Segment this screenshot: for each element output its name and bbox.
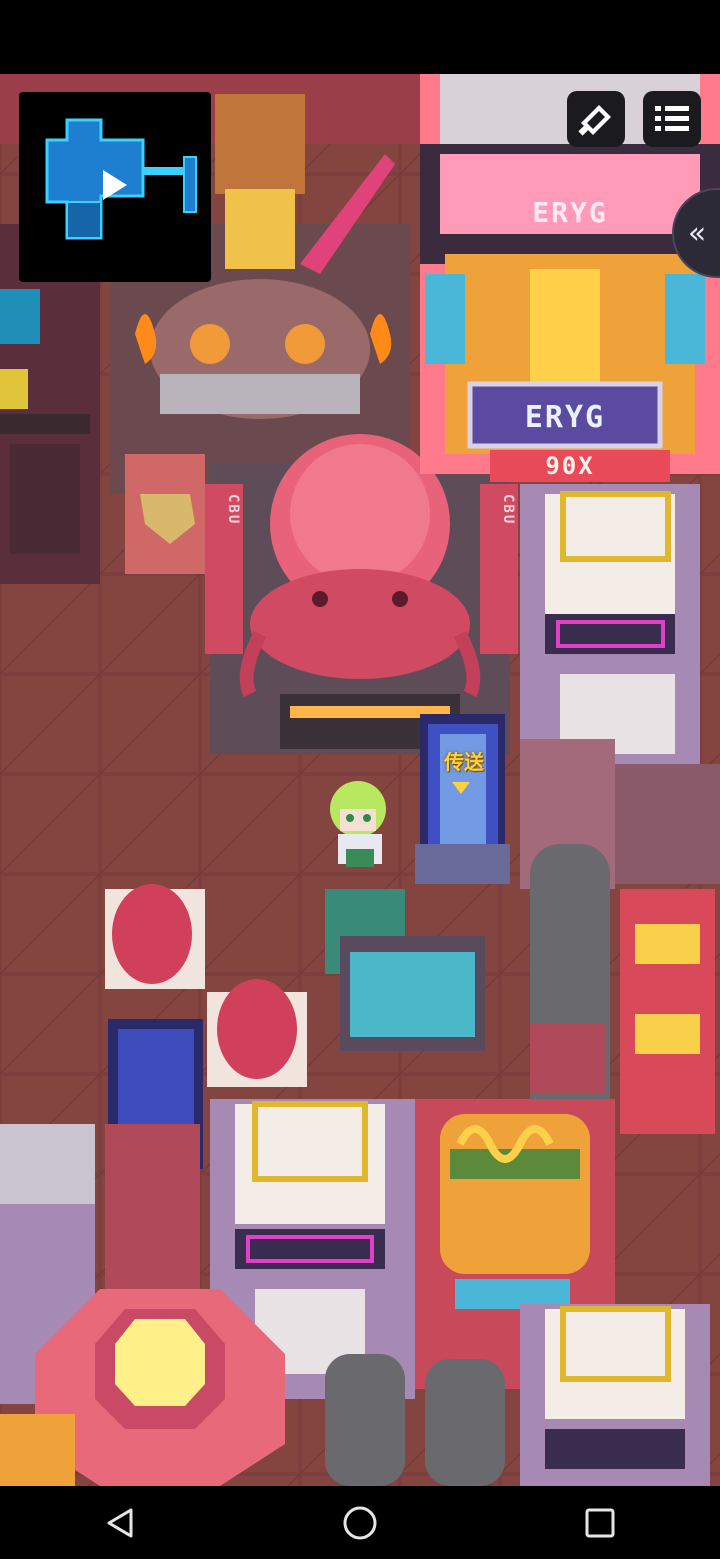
map-marker-button[interactable]: [567, 91, 625, 147]
minimap[interactable]: [19, 92, 211, 282]
portal-label[interactable]: 传送: [436, 746, 492, 775]
tower-sign-bottom: 90X: [545, 452, 595, 480]
map-marker-icon: [578, 105, 611, 136]
nav-recents-button[interactable]: [570, 1493, 630, 1553]
tower-sign-panel: ERYG: [524, 400, 606, 435]
status-bar: [0, 0, 720, 74]
game-scene[interactable]: ERYG ERYG 90X CBU CBU 传送: [0, 74, 720, 1486]
back-icon: [107, 1508, 133, 1537]
banner-text-left: CBU: [225, 494, 241, 526]
nav-back-button[interactable]: [90, 1493, 150, 1553]
banner-text-right: CBU: [500, 494, 516, 526]
menu-list-icon: [655, 106, 689, 131]
tower-sign-top: ERYG: [532, 196, 608, 229]
world-map: [0, 74, 720, 1486]
player-arrow-icon: [103, 170, 127, 200]
nav-home-button[interactable]: [330, 1493, 390, 1553]
menu-button[interactable]: [643, 91, 701, 147]
player-character: [330, 781, 386, 867]
recents-icon: [585, 1508, 615, 1537]
system-nav-bar: [0, 1486, 720, 1559]
home-icon: [343, 1506, 377, 1539]
chevron-double-left-icon: «: [687, 215, 707, 251]
